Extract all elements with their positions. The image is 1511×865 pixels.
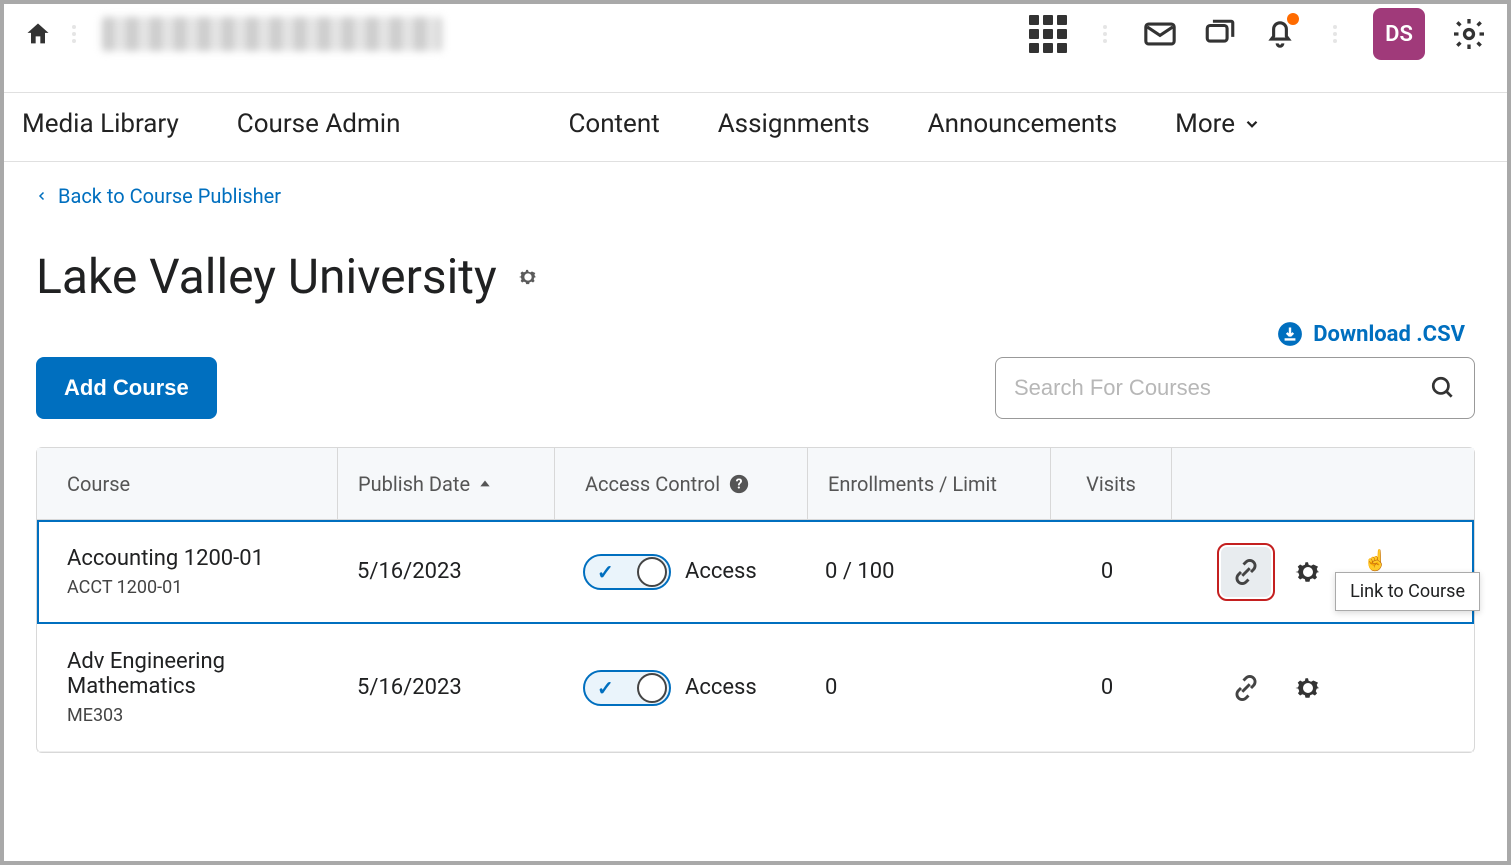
chevron-down-icon	[1243, 115, 1261, 133]
sort-asc-icon	[478, 477, 492, 491]
courses-table: Course Publish Date Access Control ? Enr…	[36, 447, 1475, 753]
publish-date: 5/16/2023	[337, 559, 553, 584]
table-row: Accounting 1200-01 ACCT 1200-01 5/16/202…	[37, 520, 1474, 624]
access-label: Access	[685, 675, 757, 700]
th-publish-label: Publish Date	[358, 472, 470, 496]
mail-icon[interactable]	[1143, 17, 1177, 51]
separator-dots	[1323, 25, 1347, 43]
tooltip: Link to Course	[1335, 572, 1480, 611]
link-icon	[1231, 673, 1261, 703]
search-input[interactable]	[1014, 375, 1430, 401]
nav-course-admin[interactable]: Course Admin	[237, 109, 401, 139]
notification-badge	[1287, 13, 1299, 25]
access-toggle[interactable]: ✓	[583, 670, 671, 706]
th-access-label: Access Control	[585, 472, 720, 496]
course-code: ME303	[67, 705, 337, 726]
back-link-label: Back to Course Publisher	[58, 184, 281, 208]
th-access-control: Access Control ?	[555, 472, 807, 496]
enrollment-count: 0 / 100	[805, 559, 1047, 584]
th-publish-date[interactable]: Publish Date	[338, 472, 554, 496]
settings-icon[interactable]	[1451, 16, 1487, 52]
search-input-wrap[interactable]	[995, 357, 1475, 419]
separator-dots	[62, 25, 86, 43]
chat-icon[interactable]	[1203, 17, 1237, 51]
search-icon	[1430, 375, 1456, 401]
th-course[interactable]: Course	[37, 472, 337, 496]
visits-count: 0	[1047, 675, 1167, 700]
nav-assignments[interactable]: Assignments	[718, 109, 870, 139]
nav-more-label: More	[1175, 109, 1235, 139]
svg-text:?: ?	[736, 476, 743, 492]
row-settings-icon[interactable]	[1293, 673, 1323, 703]
course-name[interactable]: Adv Engineering Mathematics	[67, 649, 337, 699]
link-to-course-button[interactable]	[1221, 663, 1271, 713]
notifications-icon[interactable]	[1263, 15, 1297, 53]
user-avatar[interactable]: DS	[1373, 8, 1425, 60]
row-settings-icon[interactable]	[1293, 557, 1323, 587]
check-icon: ✓	[597, 560, 614, 584]
help-icon[interactable]: ?	[728, 473, 750, 495]
nav-media-library[interactable]: Media Library	[22, 109, 179, 139]
th-enrollments: Enrollments / Limit	[808, 472, 1050, 496]
check-icon: ✓	[597, 676, 614, 700]
back-link[interactable]: Back to Course Publisher	[36, 184, 1475, 208]
access-label: Access	[685, 559, 757, 584]
link-to-course-button[interactable]	[1221, 547, 1271, 597]
enrollment-count: 0	[805, 675, 1047, 700]
visits-count: 0	[1047, 559, 1167, 584]
separator-dots	[1093, 25, 1117, 43]
page-title: Lake Valley University	[36, 248, 497, 305]
chevron-left-icon	[36, 187, 48, 205]
add-course-button[interactable]: Add Course	[36, 357, 217, 419]
table-row: Adv Engineering Mathematics ME303 5/16/2…	[37, 624, 1474, 752]
download-csv-label: Download .CSV	[1313, 322, 1465, 347]
publish-date: 5/16/2023	[337, 675, 553, 700]
course-name[interactable]: Accounting 1200-01	[67, 546, 337, 571]
access-toggle[interactable]: ✓	[583, 554, 671, 590]
org-title-blurred	[102, 17, 442, 51]
nav-more[interactable]: More	[1175, 109, 1261, 139]
download-csv-link[interactable]: Download .CSV	[1277, 321, 1465, 347]
th-visits: Visits	[1051, 472, 1171, 496]
nav-announcements[interactable]: Announcements	[928, 109, 1117, 139]
download-icon	[1277, 321, 1303, 347]
app-switcher-icon[interactable]	[1029, 15, 1067, 53]
course-code: ACCT 1200-01	[67, 577, 337, 598]
home-icon[interactable]	[24, 20, 52, 48]
link-icon	[1231, 557, 1261, 587]
nav-content[interactable]: Content	[568, 109, 659, 139]
title-settings-icon[interactable]	[517, 266, 539, 288]
